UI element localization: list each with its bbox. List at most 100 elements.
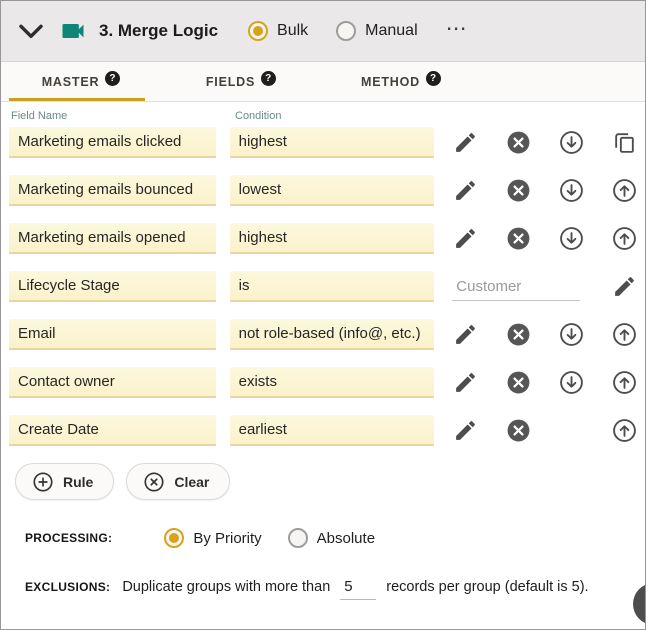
field-name-input[interactable]: Marketing emails bounced — [9, 175, 216, 206]
field-name-value: Lifecycle Stage — [18, 277, 120, 294]
add-rule-button[interactable]: Rule — [15, 463, 115, 500]
rule-row: Email not role-based (info@, etc.) — [9, 319, 637, 350]
condition-column-label: Condition — [235, 110, 282, 122]
processing-option-label: Absolute — [316, 529, 376, 547]
move-down-icon[interactable] — [558, 322, 584, 348]
edit-icon[interactable] — [452, 178, 478, 204]
copy-icon[interactable] — [611, 130, 637, 156]
field-name-value: Marketing emails clicked — [18, 133, 182, 150]
help-icon[interactable]: ? — [105, 71, 121, 86]
remove-icon[interactable] — [505, 322, 531, 348]
help-icon[interactable]: ? — [425, 71, 441, 86]
mode-option-manual[interactable]: Manual — [336, 21, 418, 41]
condition-value: lowest — [238, 181, 282, 198]
tab-label: METHOD — [361, 74, 420, 89]
field-name-input[interactable]: Create Date — [9, 415, 216, 446]
condition-value: is — [238, 277, 250, 294]
edit-icon[interactable] — [452, 130, 478, 156]
condition-input[interactable]: highest — [229, 223, 435, 254]
move-up-icon[interactable] — [611, 178, 637, 204]
tab-fields[interactable]: FIELDS ? — [161, 62, 321, 101]
radio-bulk[interactable] — [248, 21, 269, 41]
move-down-icon[interactable] — [558, 370, 584, 396]
remove-icon[interactable] — [505, 130, 531, 156]
row-actions — [452, 322, 637, 348]
move-up-icon[interactable] — [611, 226, 637, 252]
rule-row: Create Date earliest — [9, 415, 637, 446]
tab-label: FIELDS — [205, 74, 256, 89]
video-camera-icon[interactable] — [59, 16, 89, 46]
radio-by-priority[interactable] — [164, 528, 185, 548]
edit-icon[interactable] — [452, 418, 478, 444]
tab-master[interactable]: MASTER ? — [1, 62, 161, 101]
master-tab-content: Field Name Condition Marketing emails cl… — [1, 102, 645, 600]
help-icon[interactable]: ? — [261, 71, 277, 86]
exclusions-text-before: Duplicate groups with more than — [122, 579, 331, 595]
condition-input[interactable]: exists — [229, 367, 435, 398]
mode-option-bulk[interactable]: Bulk — [248, 21, 308, 41]
processing-option-absolute[interactable]: Absolute — [287, 528, 376, 548]
radio-absolute[interactable] — [287, 528, 308, 548]
processing-label: PROCESSING: — [25, 531, 113, 545]
condition-value-input[interactable]: Customer — [452, 273, 581, 301]
processing-section: PROCESSING: By Priority Absolute — [25, 528, 637, 548]
condition-input[interactable]: lowest — [229, 175, 435, 206]
remove-icon[interactable] — [505, 226, 531, 252]
tab-bar: MASTER ? FIELDS ? METHOD ? — [1, 62, 645, 102]
field-name-input[interactable]: Marketing emails opened — [9, 223, 216, 254]
rule-row: Marketing emails opened highest — [9, 223, 637, 254]
panel-header: 3. Merge Logic Bulk Manual ⋯ — [1, 1, 645, 62]
move-up-icon[interactable] — [611, 370, 637, 396]
row-actions: Customer — [452, 273, 637, 301]
column-labels: Field Name Condition — [11, 110, 637, 122]
tab-label: MASTER — [41, 74, 100, 89]
edit-icon[interactable] — [452, 226, 478, 252]
remove-icon[interactable] — [505, 418, 531, 444]
remove-icon[interactable] — [505, 370, 531, 396]
rule-row: Marketing emails bounced lowest — [9, 175, 637, 206]
processing-option-by-priority[interactable]: By Priority — [164, 528, 262, 548]
collapse-chevron-icon[interactable] — [15, 15, 51, 47]
rule-row: Lifecycle Stage is Customer — [9, 271, 637, 302]
radio-manual[interactable] — [336, 21, 357, 41]
field-name-input[interactable]: Email — [9, 319, 216, 350]
condition-value: highest — [238, 133, 287, 150]
x-circle-icon — [144, 471, 164, 492]
move-up-icon[interactable] — [611, 322, 637, 348]
condition-value: highest — [238, 229, 287, 246]
condition-input[interactable]: earliest — [229, 415, 435, 446]
clear-button[interactable]: Clear — [126, 463, 231, 500]
mode-label: Bulk — [277, 22, 309, 39]
move-down-icon[interactable] — [558, 130, 584, 156]
condition-value: earliest — [238, 421, 287, 438]
value-text: Customer — [456, 277, 522, 295]
action-buttons: Rule Clear — [15, 463, 637, 500]
move-down-icon[interactable] — [558, 178, 584, 204]
move-down-icon[interactable] — [558, 226, 584, 252]
processing-option-label: By Priority — [193, 529, 262, 547]
rule-row: Marketing emails clicked highest — [9, 127, 637, 158]
exclusions-label: EXCLUSIONS: — [25, 580, 111, 594]
field-name-input[interactable]: Marketing emails clicked — [9, 127, 216, 158]
exclusions-count-input[interactable] — [340, 574, 377, 600]
exclusions-text-after: records per group (default is 5). — [386, 579, 589, 595]
row-actions — [452, 178, 637, 204]
edit-icon[interactable] — [452, 370, 478, 396]
move-up-icon[interactable] — [611, 418, 637, 444]
field-name-value: Contact owner — [18, 373, 115, 390]
edit-icon[interactable] — [452, 322, 478, 348]
field-name-input[interactable]: Contact owner — [9, 367, 216, 398]
merge-logic-panel: 3. Merge Logic Bulk Manual ⋯ MASTER ? FI… — [0, 0, 646, 630]
row-actions — [452, 418, 637, 444]
condition-input[interactable]: not role-based (info@, etc.) — [229, 319, 435, 350]
field-name-value: Marketing emails opened — [18, 229, 186, 246]
tab-method[interactable]: METHOD ? — [321, 62, 481, 101]
remove-icon[interactable] — [505, 178, 531, 204]
condition-input[interactable]: highest — [229, 127, 435, 158]
condition-input[interactable]: is — [229, 271, 435, 302]
edit-icon[interactable] — [611, 274, 637, 300]
field-name-value: Email — [18, 325, 56, 342]
page-title: 3. Merge Logic — [99, 21, 219, 40]
field-name-input[interactable]: Lifecycle Stage — [9, 271, 216, 302]
more-menu-icon[interactable]: ⋯ — [446, 18, 467, 45]
